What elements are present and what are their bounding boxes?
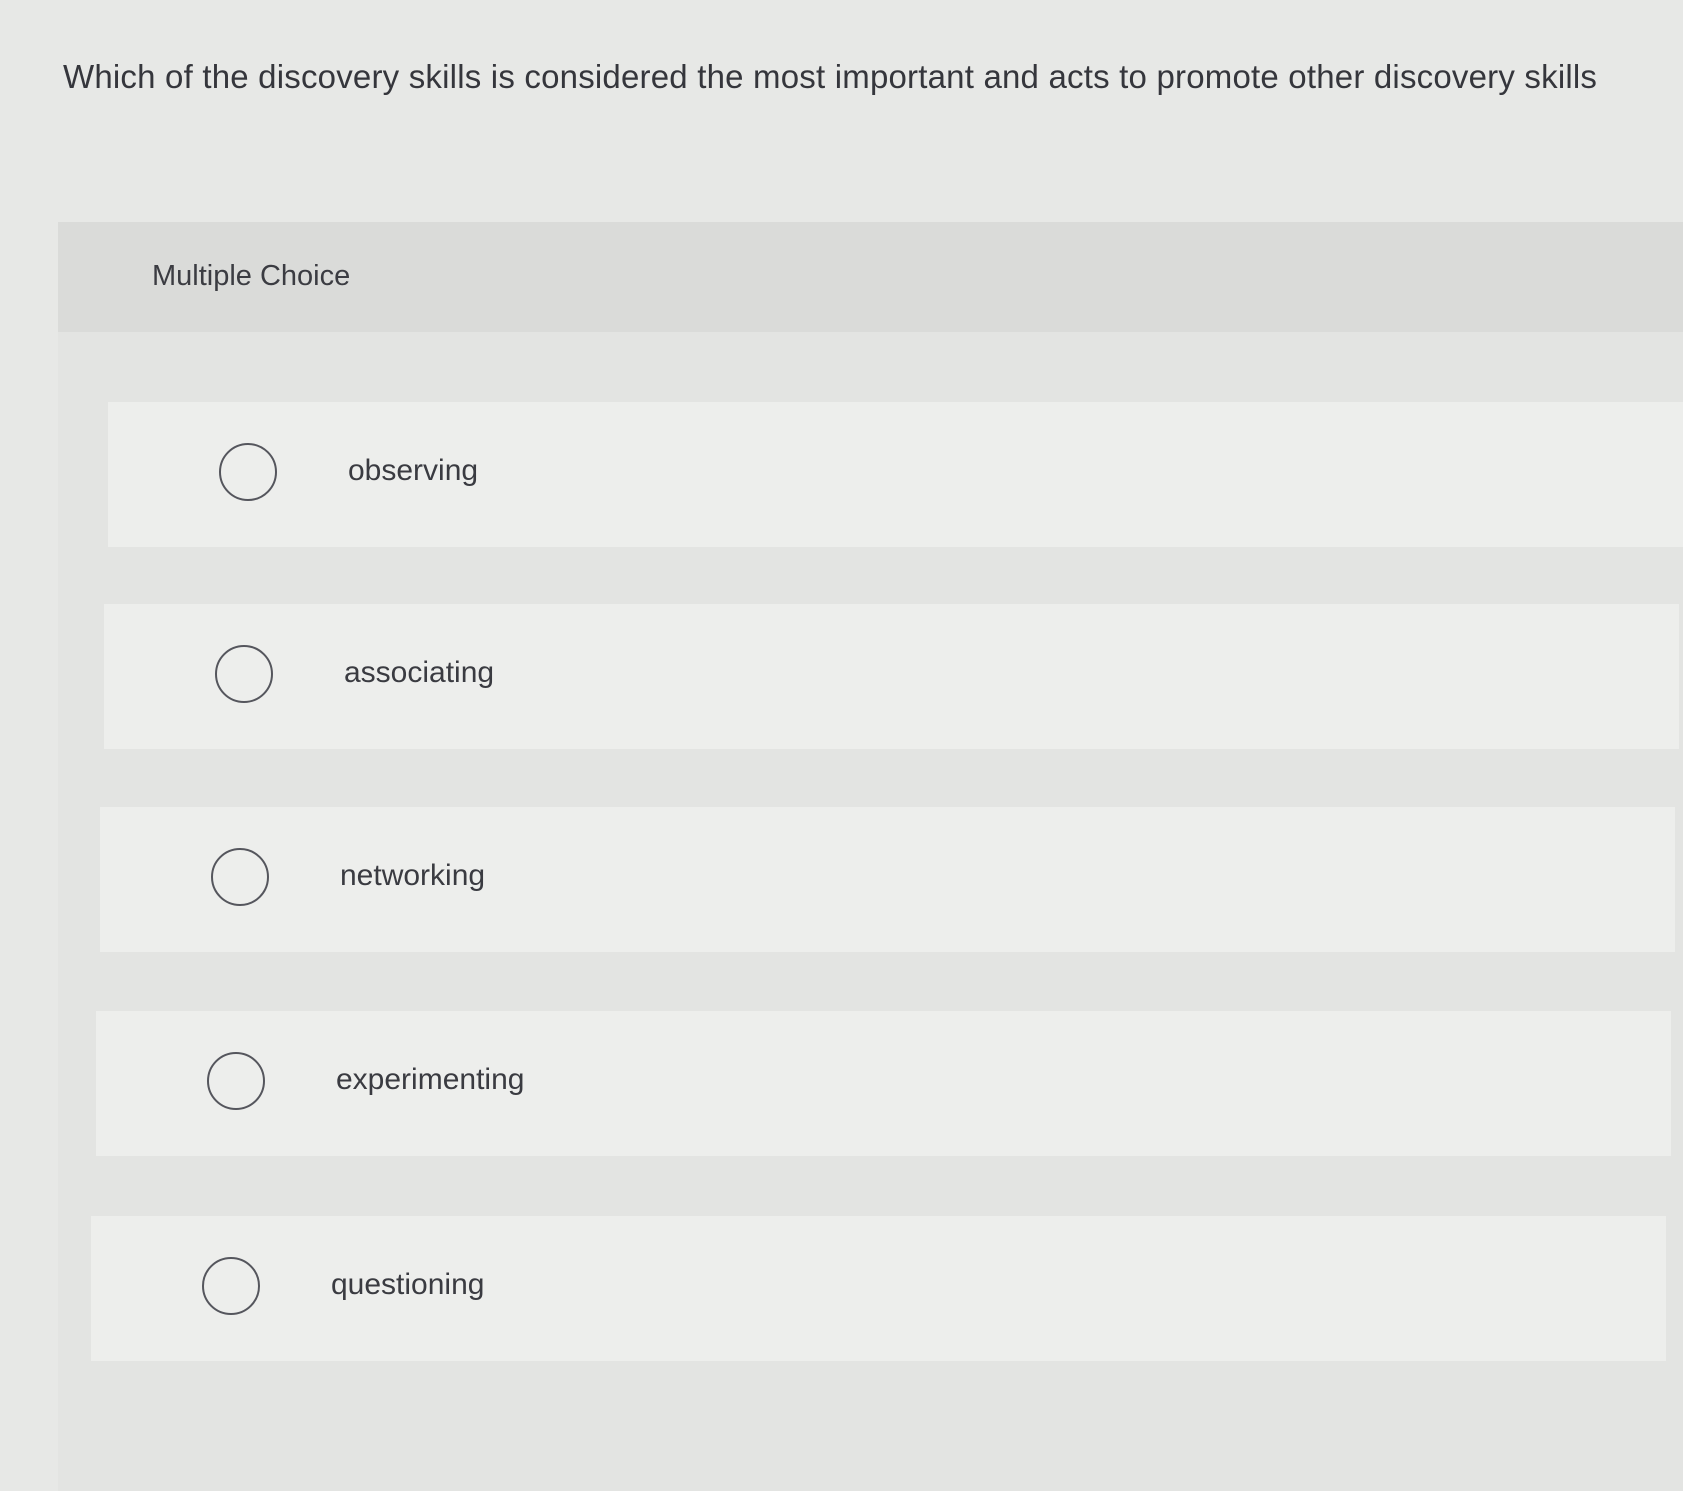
radio-button[interactable] <box>207 1052 265 1110</box>
option-observing[interactable]: observing <box>108 402 1683 547</box>
option-label: networking <box>340 859 486 892</box>
option-label: experimenting <box>336 1063 525 1096</box>
radio-button[interactable] <box>215 645 273 703</box>
option-networking[interactable]: networking <box>100 807 1675 952</box>
option-questioning[interactable]: questioning <box>91 1216 1666 1361</box>
radio-button[interactable] <box>211 848 269 906</box>
question-text: Which of the discovery skills is conside… <box>63 58 1598 95</box>
radio-button[interactable] <box>202 1257 260 1315</box>
question-type-label: Multiple Choice <box>152 260 351 292</box>
option-associating[interactable]: associating <box>104 604 1679 749</box>
radio-button[interactable] <box>219 443 277 501</box>
option-label: associating <box>344 656 495 689</box>
option-label: questioning <box>331 1268 485 1301</box>
option-label: observing <box>348 454 479 487</box>
option-experimenting[interactable]: experimenting <box>96 1011 1671 1156</box>
panel-header: Multiple Choice <box>58 222 1683 332</box>
multiple-choice-panel: Multiple Choice observing associating ne… <box>58 222 1683 1491</box>
